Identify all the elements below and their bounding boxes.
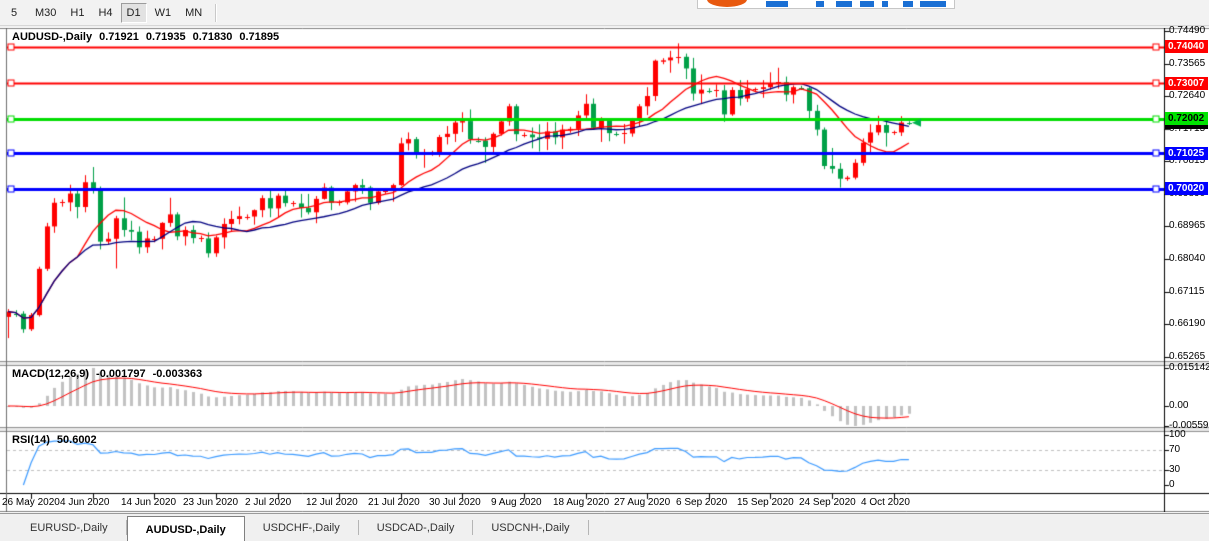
macd-axis-label: 0.015142 xyxy=(1169,362,1209,373)
chart-ohlc-title: AUDUSD-,Daily 0.71921 0.71935 0.71830 0.7189… xyxy=(12,31,286,43)
rsi-axis-label: 70 xyxy=(1169,444,1180,455)
rsi-indicator-label: RSI(14) 50.6002 xyxy=(12,434,104,446)
rsi-axis-label: 30 xyxy=(1169,464,1180,475)
toolbar-separator xyxy=(215,4,217,22)
macd-indicator-label: MACD(12,26,9) -0.001797 -0.003363 xyxy=(12,368,209,380)
date-tick-label: 30 Jul 2020 xyxy=(429,497,481,508)
broker-logo-glyph xyxy=(920,1,946,7)
price-tick-label: 0.73565 xyxy=(1169,58,1205,69)
timeframe-button-5[interactable]: 5 xyxy=(1,3,27,23)
macd-value: -0.001797 xyxy=(96,368,146,380)
rsi-name: RSI(14) xyxy=(12,434,50,446)
price-tick-label: 0.72640 xyxy=(1169,90,1205,101)
price-tick-label: 0.74490 xyxy=(1169,25,1205,36)
timeframe-button-h1[interactable]: H1 xyxy=(64,3,90,23)
tab-separator xyxy=(588,520,589,535)
broker-logo-glyph xyxy=(816,1,824,7)
tab-usdcad-daily[interactable]: USDCAD-,Daily xyxy=(359,516,473,539)
price-line-badge[interactable]: 0.73007 xyxy=(1165,77,1208,90)
price-tick-label: 0.66190 xyxy=(1169,318,1205,329)
price-line-badge[interactable]: 0.74040 xyxy=(1165,40,1208,53)
price-line-badge[interactable]: 0.72002 xyxy=(1165,112,1208,125)
date-tick-label: 14 Jun 2020 xyxy=(121,497,176,508)
broker-logo-glyph xyxy=(766,1,788,7)
close-value: 0.71895 xyxy=(239,31,279,43)
price-line-badge[interactable]: 0.71025 xyxy=(1165,147,1208,160)
chart-canvas[interactable] xyxy=(0,28,1209,512)
tab-eurusd-daily[interactable]: EURUSD-,Daily xyxy=(12,516,126,539)
timeframe-button-d1[interactable]: D1 xyxy=(121,3,147,23)
symbol-period-label: AUDUSD-,Daily xyxy=(12,31,92,43)
date-tick-label: 12 Jul 2020 xyxy=(306,497,358,508)
price-tick-label: 0.68040 xyxy=(1169,253,1205,264)
timeframe-button-m30[interactable]: M30 xyxy=(29,3,62,23)
date-tick-label: 27 Aug 2020 xyxy=(614,497,670,508)
timeframe-buttons: 5M30H1H4D1W1MN xyxy=(0,3,209,23)
date-tick-label: 2 Jul 2020 xyxy=(245,497,291,508)
low-value: 0.71830 xyxy=(193,31,233,43)
date-tick-label: 15 Sep 2020 xyxy=(737,497,794,508)
broker-logo-swoosh xyxy=(707,0,747,7)
rsi-axis-label: 0 xyxy=(1169,479,1175,490)
high-value: 0.71935 xyxy=(146,31,186,43)
price-line-badge[interactable]: 0.70020 xyxy=(1165,182,1208,195)
macd-name: MACD(12,26,9) xyxy=(12,368,89,380)
date-axis[interactable]: 26 May 20204 Jun 2020 14 Jun 2020 23 Jun 2… xyxy=(0,495,1164,511)
price-tick-label: 0.68965 xyxy=(1169,220,1205,231)
broker-logo-glyph xyxy=(903,1,913,7)
timeframe-button-w1[interactable]: W1 xyxy=(149,3,178,23)
date-tick-label: 18 Aug 2020 xyxy=(553,497,609,508)
rsi-value: 50.6002 xyxy=(57,434,97,446)
date-tick-label: 6 Sep 2020 xyxy=(676,497,727,508)
timeframe-button-h4[interactable]: H4 xyxy=(92,3,118,23)
date-tick-label: 9 Aug 2020 xyxy=(491,497,542,508)
chart-tabs: EURUSD-,DailyAUDUSD-,DailyUSDCHF-,DailyU… xyxy=(0,513,1209,541)
tab-usdchf-daily[interactable]: USDCHF-,Daily xyxy=(245,516,358,539)
broker-logo-glyph xyxy=(836,1,852,7)
timeframe-toolbar: 5M30H1H4D1W1MN xyxy=(0,0,1209,26)
timeframe-button-mn[interactable]: MN xyxy=(179,3,208,23)
tab-audusd-daily[interactable]: AUDUSD-,Daily xyxy=(127,516,245,541)
broker-logo xyxy=(697,0,955,9)
price-tick-label: 0.67115 xyxy=(1169,286,1204,297)
broker-logo-glyph xyxy=(860,1,874,7)
rsi-axis-label: 100 xyxy=(1169,429,1186,440)
tab-usdcnh-daily[interactable]: USDCNH-,Daily xyxy=(473,516,587,539)
open-value: 0.71921 xyxy=(99,31,139,43)
date-tick-label: 24 Sep 2020 xyxy=(799,497,856,508)
macd-signal-value: -0.003363 xyxy=(153,368,203,380)
chart-window: AUDUSD-,Daily 0.71921 0.71935 0.71830 0.7189… xyxy=(0,28,1209,512)
date-tick-label: 4 Jun 2020 xyxy=(60,497,110,508)
date-tick-label: 21 Jul 2020 xyxy=(368,497,420,508)
price-tick-label: 0.65265 xyxy=(1169,351,1205,362)
date-tick-label: 26 May 2020 xyxy=(2,497,60,508)
date-tick-label: 23 Jun 2020 xyxy=(183,497,238,508)
macd-axis-label: 0.00 xyxy=(1169,400,1188,411)
date-tick-label: 4 Oct 2020 xyxy=(861,497,910,508)
broker-logo-glyph xyxy=(882,1,888,7)
price-axis[interactable]: 0.744900.735650.726400.717150.708150.698… xyxy=(1166,28,1209,512)
